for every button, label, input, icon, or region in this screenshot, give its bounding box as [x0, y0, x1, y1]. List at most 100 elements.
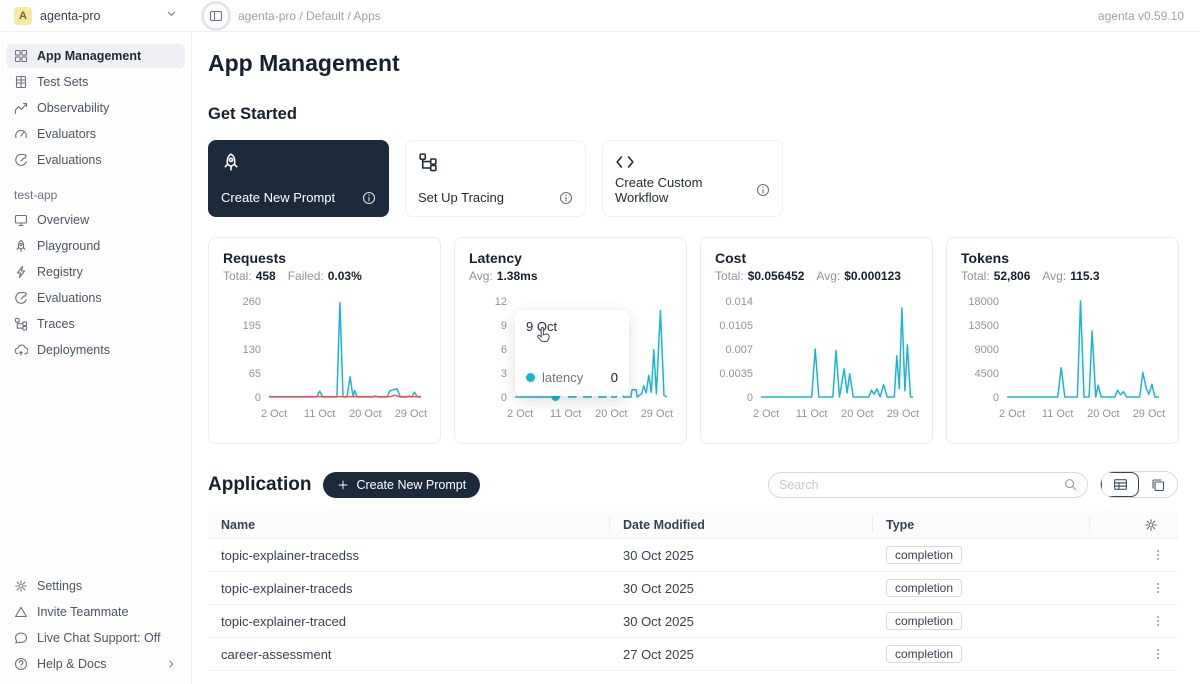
sidebar-item-registry[interactable]: Registry [6, 260, 185, 284]
metric-title: Latency [469, 250, 672, 266]
y-tick: 0 [993, 392, 999, 404]
main-content: App Management Get Started Create New Pr… [192, 32, 1200, 684]
y-tick: 65 [249, 368, 261, 380]
chevron-down-icon[interactable] [165, 7, 178, 25]
app-name-cell: topic-explainer-tracedss [208, 548, 610, 563]
date-modified-cell: 30 Oct 2025 [610, 581, 873, 596]
app-version: agenta v0.59.10 [1098, 9, 1200, 23]
type-badge: completion [886, 579, 962, 597]
more-icon [1151, 647, 1165, 661]
chevright-icon [165, 658, 177, 670]
y-tick: 195 [243, 320, 261, 332]
panel-icon [209, 9, 223, 23]
y-tick: 9000 [975, 344, 999, 356]
y-tick: 0 [501, 392, 507, 404]
get-started-card-set-up-tracing[interactable]: Set Up Tracing [405, 140, 586, 217]
x-tick: 11 Oct [1042, 408, 1074, 420]
type-badge: completion [886, 612, 962, 630]
get-started-card-create-new-prompt[interactable]: Create New Prompt [208, 140, 389, 217]
app-section-label: test-app [14, 188, 177, 202]
app-name-cell: topic-explainer-traceds [208, 581, 610, 596]
sidebar-item-observability[interactable]: Observability [6, 96, 185, 120]
list-icon [14, 75, 28, 89]
workspace-avatar: A [14, 7, 32, 25]
table-settings-button[interactable] [1144, 518, 1158, 532]
rocket-icon [14, 239, 28, 253]
date-modified-cell: 27 Oct 2025 [610, 647, 873, 662]
chart-tokens: 04500900013500180002 Oct11 Oct20 Oct29 O… [961, 289, 1166, 425]
row-more-button[interactable] [1151, 548, 1165, 562]
search-icon [1064, 478, 1077, 491]
more-icon [1151, 581, 1165, 595]
workspace-name: agenta-pro [40, 9, 100, 23]
metric-title: Tokens [961, 250, 1164, 266]
search-icon[interactable] [1064, 478, 1077, 491]
triangle-icon [14, 605, 28, 619]
x-tick: 20 Oct [595, 408, 627, 420]
y-tick: 0.007 [725, 344, 753, 356]
plus-icon [337, 479, 349, 491]
sidebar-item-invite-teammate[interactable]: Invite Teammate [6, 600, 185, 624]
sidebar-item-deployments[interactable]: Deployments [6, 338, 185, 362]
table-row[interactable]: career-assessment 27 Oct 2025 completion [208, 638, 1178, 671]
get-started-card-create-custom-workflow[interactable]: Create Custom Workflow [602, 140, 783, 217]
gear-icon [14, 579, 28, 593]
chart-requests: 0651301952602 Oct11 Oct20 Oct29 Oct [223, 289, 428, 425]
cloud-icon [14, 343, 28, 357]
table-row[interactable]: topic-explainer-tracedss 30 Oct 2025 com… [208, 539, 1178, 572]
search-input[interactable] [779, 478, 1056, 492]
table-icon [1113, 477, 1128, 492]
sidebar-item-settings[interactable]: Settings [6, 574, 185, 598]
series-cost [761, 308, 913, 397]
y-tick: 0.0035 [719, 368, 753, 380]
row-more-button[interactable] [1151, 581, 1165, 595]
sidebar-item-test-sets[interactable]: Test Sets [6, 70, 185, 94]
column-header-name[interactable]: Name [208, 517, 610, 533]
y-tick: 12 [495, 296, 507, 308]
row-more-button[interactable] [1151, 614, 1165, 628]
sidebar-item-evaluations[interactable]: Evaluations [6, 148, 185, 172]
chat-icon [14, 631, 28, 645]
metric-stats: Avg:1.38ms [469, 269, 672, 283]
x-tick: 2 Oct [507, 408, 533, 420]
more-icon [1151, 614, 1165, 628]
y-tick: 130 [243, 344, 261, 356]
sidebar-item-overview[interactable]: Overview [6, 208, 185, 232]
y-tick: 9 [501, 320, 507, 332]
sidebar-item-traces[interactable]: Traces [6, 312, 185, 336]
column-header-date-modified[interactable]: Date Modified [610, 517, 873, 533]
sidebar-item-help-docs[interactable]: Help & Docs [6, 652, 185, 676]
trend-icon [14, 101, 28, 115]
table-view-button[interactable] [1101, 472, 1139, 497]
create-new-prompt-button[interactable]: Create New Prompt [323, 472, 480, 498]
breadcrumb: agenta-pro / Default / Apps [238, 9, 381, 23]
row-more-button[interactable] [1151, 647, 1165, 661]
gear-icon [1144, 518, 1158, 532]
code-icon [615, 152, 635, 172]
speed-icon [14, 291, 28, 305]
y-tick: 6 [501, 344, 507, 356]
y-tick: 0 [747, 392, 753, 404]
series-failed [269, 395, 421, 396]
column-header-type[interactable]: Type [873, 517, 1090, 533]
sidebar-collapse-button[interactable] [204, 4, 228, 28]
table-row[interactable]: topic-explainer-traced 30 Oct 2025 compl… [208, 605, 1178, 638]
sidebar-item-playground[interactable]: Playground [6, 234, 185, 258]
top-bar: A agenta-pro agenta-pro / Default / Apps… [0, 0, 1200, 32]
sidebar-item-live-chat-support-off[interactable]: Live Chat Support: Off [6, 626, 185, 650]
sidebar: App Management Test Sets Observability E… [0, 32, 192, 684]
applications-table: NameDate ModifiedType topic-explainer-tr… [208, 511, 1178, 671]
card-view-button[interactable] [1139, 472, 1177, 497]
workspace-switcher[interactable]: A agenta-pro [0, 7, 192, 25]
x-tick: 29 Oct [1133, 408, 1165, 420]
table-row[interactable]: topic-explainer-traceds 30 Oct 2025 comp… [208, 572, 1178, 605]
sidebar-item-app-management[interactable]: App Management [6, 44, 185, 68]
series-dot [526, 373, 535, 382]
sidebar-item-evaluators[interactable]: Evaluators [6, 122, 185, 146]
x-tick: 29 Oct [395, 408, 427, 420]
x-tick: 20 Oct [349, 408, 381, 420]
sidebar-item-evaluations[interactable]: Evaluations [6, 286, 185, 310]
x-tick: 2 Oct [753, 408, 779, 420]
date-modified-cell: 30 Oct 2025 [610, 614, 873, 629]
y-tick: 4500 [975, 368, 999, 380]
